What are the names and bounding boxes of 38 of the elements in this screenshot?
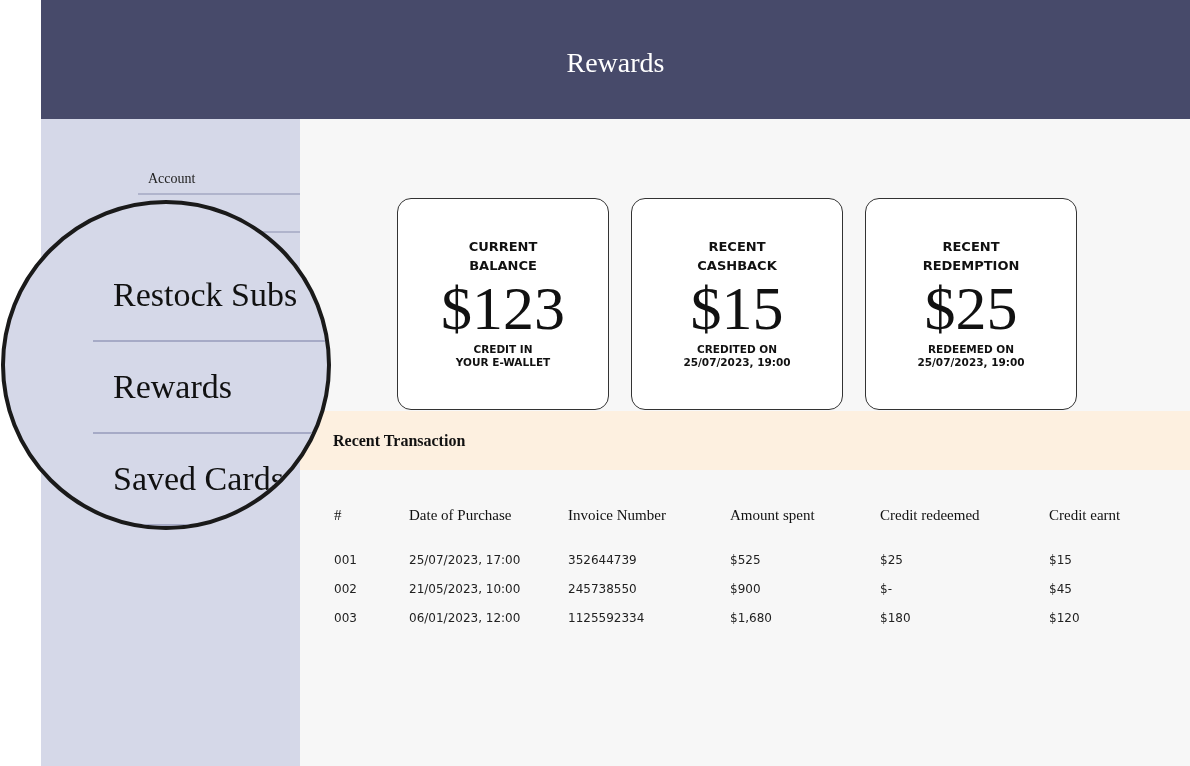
table-cell: $15 xyxy=(1049,553,1072,567)
card-caption: REDEEMED ON 25/07/2023, 19:00 xyxy=(917,343,1025,369)
card-caption: CREDIT IN YOUR E-WALLET xyxy=(455,343,551,369)
card-title: RECENT REDEMPTION xyxy=(922,238,1020,275)
table-cell: 25/07/2023, 17:00 xyxy=(409,553,521,567)
card-title: CURRENT BALANCE xyxy=(468,238,538,275)
table-cell: 06/01/2023, 12:00 xyxy=(409,611,521,625)
table-cell: $120 xyxy=(1049,611,1080,625)
card-amount: $15 xyxy=(690,277,784,339)
table-cell: 002 xyxy=(334,582,357,596)
table-cell: 1125592334 xyxy=(568,611,645,625)
table-cell: $1,680 xyxy=(730,611,772,625)
card-caption: CREDITED ON 25/07/2023, 19:00 xyxy=(683,343,791,369)
table-cell: $- xyxy=(880,582,892,596)
table-cell: 001 xyxy=(334,553,357,567)
sidebar-item[interactable]: Account xyxy=(138,171,196,193)
section-title: Recent Transaction xyxy=(333,431,466,450)
column-header: Invoice Number xyxy=(568,507,666,523)
sidebar-item[interactable]: Rewards xyxy=(93,368,232,406)
card-amount: $123 xyxy=(441,277,565,339)
table-cell: $900 xyxy=(730,582,761,596)
column-header: Credit earnt xyxy=(1049,507,1121,523)
table-cell: 003 xyxy=(334,611,357,625)
page-title: Rewards xyxy=(566,45,665,79)
column-header: Amount spent xyxy=(730,507,815,523)
table-cell: $25 xyxy=(880,553,903,567)
card-title: RECENT CASHBACK xyxy=(697,238,777,275)
column-header: # xyxy=(334,507,342,523)
table-cell: 245738550 xyxy=(568,582,637,596)
column-header: Credit redeemed xyxy=(880,507,980,523)
card-amount: $25 xyxy=(924,277,1018,339)
table-cell: $180 xyxy=(880,611,911,625)
table-cell: $45 xyxy=(1049,582,1072,596)
column-header: Date of Purchase xyxy=(409,507,512,523)
table-cell: 21/05/2023, 10:00 xyxy=(409,582,521,596)
sidebar-item[interactable]: Restock Subs xyxy=(93,276,298,314)
table-cell: $525 xyxy=(730,553,761,567)
table-cell: 352644739 xyxy=(568,553,637,567)
